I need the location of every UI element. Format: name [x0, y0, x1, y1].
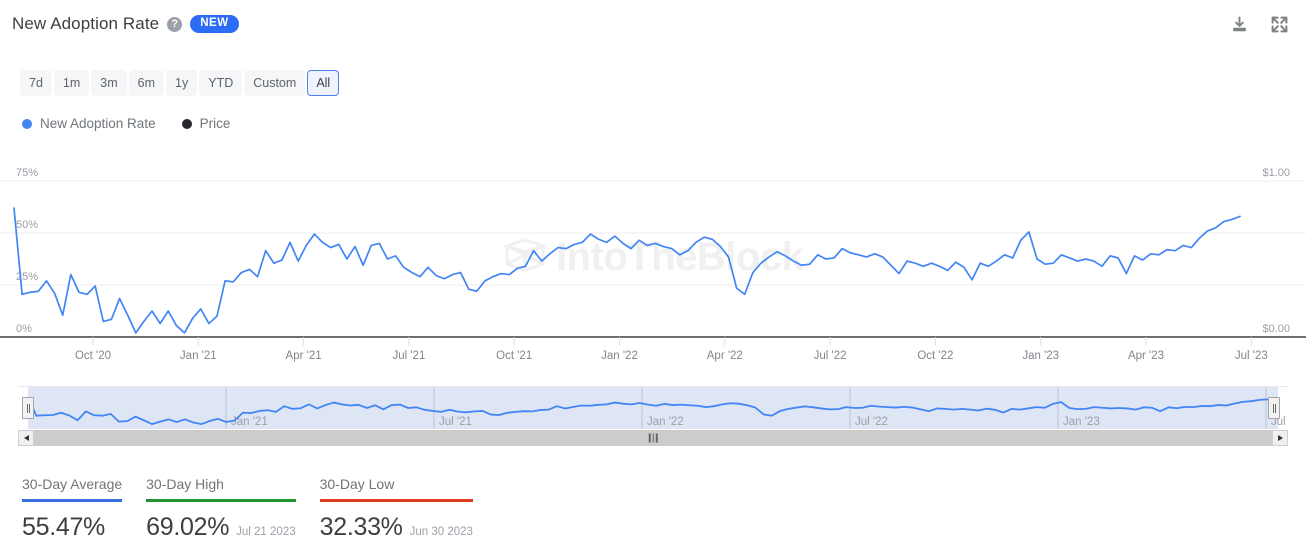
status-badge: NEW [190, 14, 239, 34]
range-button-all[interactable]: All [307, 70, 340, 96]
legend-label: New Adoption Rate [40, 116, 156, 131]
range-button-3m[interactable]: 3m [91, 70, 127, 96]
y-axis-tick-label: 75% [16, 167, 38, 179]
page-title: New Adoption Rate [12, 14, 160, 33]
scrollbar-grip-icon[interactable] [648, 433, 658, 443]
x-axis-tick-label: Apr '21 [286, 350, 322, 362]
stat-label: 30-Day High [146, 476, 224, 492]
svg-text:IntoTheBlock: IntoTheBlock [556, 235, 805, 279]
x-axis-tick-label: Jan '21 [180, 350, 217, 362]
download-icon[interactable] [1230, 15, 1248, 33]
x-axis-tick-label: Jul '21 [392, 350, 425, 362]
x-axis-tick-label: Jan '22 [601, 350, 638, 362]
scroll-right-arrow-icon[interactable] [1272, 430, 1288, 446]
adoption-rate-widget: New Adoption Rate ? NEW 7d 1m 3m 6m 1y Y… [0, 0, 1306, 546]
stat-date: Jun 30 2023 [409, 525, 473, 538]
range-button-7d[interactable]: 7d [20, 70, 52, 96]
navigator-tick-label: Jan '23 [1063, 416, 1100, 428]
range-button-6m[interactable]: 6m [128, 70, 165, 96]
header-actions [1230, 15, 1288, 33]
range-button-ytd[interactable]: YTD [199, 70, 243, 96]
scroll-left-arrow-icon[interactable] [18, 430, 34, 446]
navigator-right-handle[interactable] [1268, 397, 1280, 419]
stat-value-row: 55.47% [22, 502, 122, 542]
x-axis-tick-label: Oct '21 [496, 350, 532, 362]
x-axis-tick-label: Jul '22 [814, 350, 847, 362]
x-axis-tick-label: Apr '22 [707, 350, 743, 362]
x-axis-tick-label: Jan '23 [1022, 350, 1059, 362]
navigator-tick-label: Jul '21 [439, 416, 472, 428]
stat-label: 30-Day Average [22, 476, 123, 492]
stat-label: 30-Day Low [319, 476, 395, 492]
widget-header: New Adoption Rate ? NEW [0, 0, 1306, 48]
range-button-custom[interactable]: Custom [244, 70, 306, 96]
stat-value-row: 69.02% Jul 21 2023 [146, 502, 295, 542]
legend-label: Price [199, 116, 231, 131]
help-circle-icon[interactable]: ? [167, 16, 183, 32]
legend-dot-icon [181, 118, 192, 129]
horizontal-scrollbar[interactable] [18, 430, 1288, 446]
fullscreen-expand-icon[interactable] [1270, 15, 1288, 33]
x-axis-tick-label: Oct '20 [75, 350, 111, 362]
stat-value: 32.33% [319, 512, 403, 541]
time-range-selector: 7d 1m 3m 6m 1y YTD Custom All [20, 70, 340, 96]
stat-value: 55.47% [22, 512, 105, 541]
stat-value-row: 32.33% Jun 30 2023 [320, 502, 473, 542]
stat-30-day-average: 30-Day Average 55.47% [22, 476, 123, 542]
stat-date: Jul 21 2023 [236, 525, 296, 538]
scrollbar-track[interactable] [34, 430, 1272, 446]
y-axis-tick-label: 50% [16, 219, 38, 231]
stat-30-day-low: 30-Day Low 32.33% Jun 30 2023 [319, 476, 473, 542]
navigator-left-handle[interactable] [22, 397, 34, 419]
x-axis-tick-label: Jul '23 [1235, 350, 1268, 362]
chart-legend: New Adoption Rate Price [22, 116, 230, 131]
legend-item-new-adoption-rate[interactable]: New Adoption Rate [22, 116, 156, 131]
navigator-tick-label: Jan '22 [647, 416, 684, 428]
range-navigator[interactable]: Jan '21Jul '21Jan '22Jul '22Jan '23Jul '… [18, 386, 1288, 429]
range-button-1y[interactable]: 1y [166, 70, 198, 96]
stat-value: 69.02% [146, 512, 230, 541]
main-chart[interactable]: 0% 25% 50% 75% $1.00 $0.00 IntoTheBlock Oct '20… [0, 165, 1306, 370]
intotheblock-watermark: IntoTheBlock [502, 235, 805, 279]
legend-item-price[interactable]: Price [181, 116, 231, 131]
summary-stats: 30-Day Average 55.47% 30-Day High 69.02% Jul… [22, 476, 497, 542]
y2-axis-tick-label: $1.00 [1262, 167, 1290, 179]
stat-30-day-high: 30-Day High 69.02% Jul 21 2023 [146, 476, 296, 542]
legend-dot-icon [22, 118, 32, 129]
x-axis-tick-label: Apr '23 [1128, 350, 1164, 362]
navigator-tick-label: Jul '22 [855, 416, 888, 428]
x-axis-tick-label: Oct '22 [917, 350, 953, 362]
title-group: New Adoption Rate ? NEW [12, 14, 239, 34]
range-button-1m[interactable]: 1m [53, 70, 90, 96]
y2-axis-tick-label: $0.00 [1262, 323, 1290, 335]
y-axis-tick-label: 0% [16, 323, 32, 335]
